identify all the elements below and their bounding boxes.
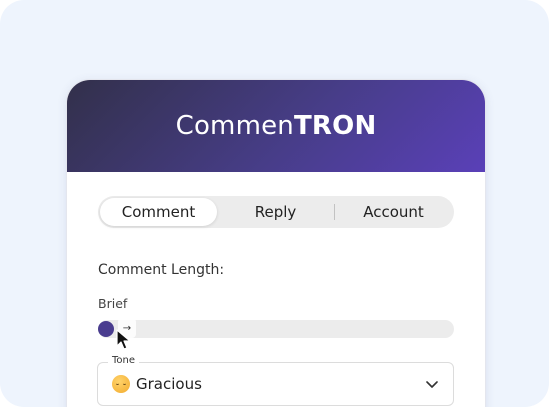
brand-regular: Commen bbox=[175, 111, 294, 141]
arrow-right-icon: → bbox=[118, 318, 136, 338]
tone-label: Tone bbox=[108, 355, 140, 366]
comment-length-value: Brief bbox=[98, 296, 128, 311]
tab-comment[interactable]: Comment bbox=[100, 198, 217, 226]
tab-account[interactable]: Account bbox=[335, 198, 452, 226]
tone-select[interactable]: Tone Gracious bbox=[97, 355, 454, 406]
app-logo: CommenTRON bbox=[176, 111, 377, 141]
tab-reply[interactable]: Reply bbox=[217, 198, 334, 226]
hugging-face-icon bbox=[112, 375, 130, 393]
comment-length-label: Comment Length: bbox=[98, 262, 225, 278]
page-background: CommenTRON Comment Reply Account Comment… bbox=[0, 0, 549, 407]
tone-selected-text: Gracious bbox=[136, 375, 202, 393]
brand-bold: TRON bbox=[293, 111, 377, 141]
mode-tabs: Comment Reply Account bbox=[98, 196, 454, 228]
tone-selected: Gracious bbox=[112, 375, 202, 393]
chevron-down-icon bbox=[426, 381, 438, 388]
comment-length-slider[interactable]: → bbox=[98, 318, 454, 338]
panel-header: CommenTRON bbox=[67, 80, 485, 172]
slider-thumb[interactable] bbox=[98, 321, 114, 337]
